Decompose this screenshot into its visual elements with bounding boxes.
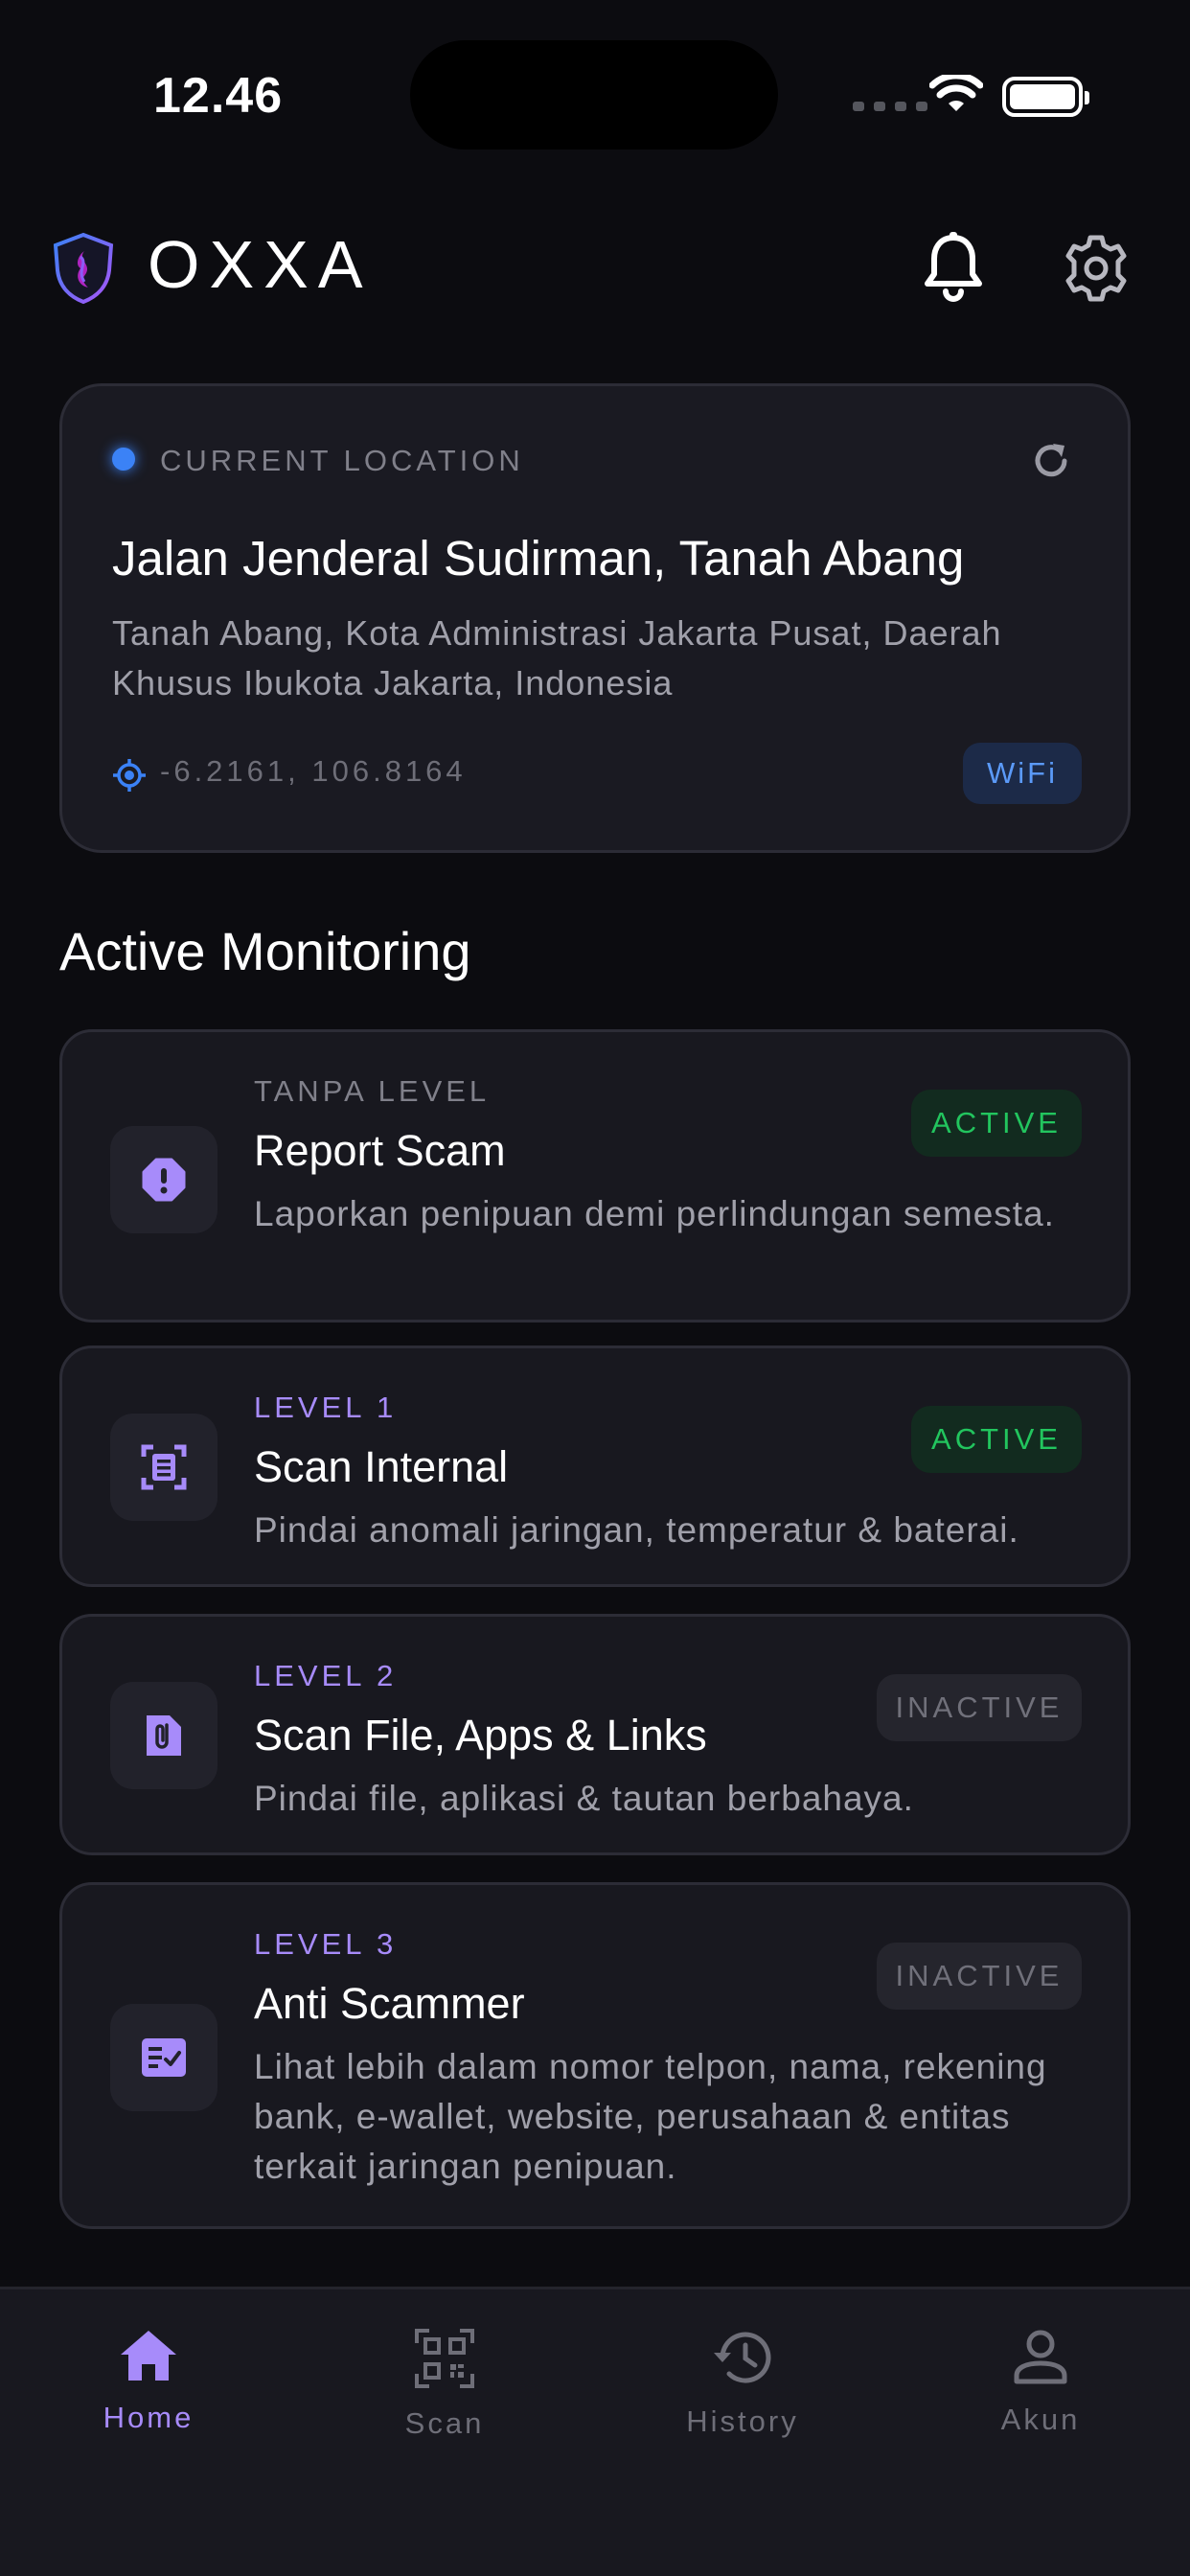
- scan-document-icon: [141, 1444, 187, 1490]
- battery-icon: [1002, 77, 1089, 117]
- monitor-icon-box: [110, 1126, 217, 1233]
- monitor-card-scan-file[interactable]: LEVEL 2 Scan File, Apps & Links Pindai f…: [59, 1614, 1131, 1855]
- nav-item-home[interactable]: Home: [53, 2328, 244, 2435]
- monitor-description: Laporkan penipuan demi perlindungan seme…: [254, 1194, 1055, 1233]
- bottom-navigation: Home Scan History Akun: [0, 2287, 1190, 2576]
- monitor-icon-box: [110, 1414, 217, 1521]
- history-icon: [714, 2332, 771, 2383]
- monitor-level: LEVEL 3: [254, 1927, 398, 1961]
- alert-octagon-icon: [142, 1158, 186, 1202]
- nav-item-history[interactable]: History: [647, 2328, 838, 2439]
- monitor-name: Scan Internal: [254, 1442, 509, 1491]
- home-icon: [121, 2331, 176, 2380]
- nav-label: Akun: [1000, 2403, 1081, 2436]
- wifi-icon: [929, 75, 983, 111]
- refresh-icon[interactable]: [1030, 440, 1072, 482]
- monitor-card-scan-internal[interactable]: LEVEL 1 Scan Internal Pindai anomali jar…: [59, 1346, 1131, 1587]
- crosshair-icon: [113, 759, 146, 792]
- cellular-signal-icon: [853, 102, 927, 111]
- settings-gear-icon[interactable]: [1060, 232, 1133, 305]
- monitor-level: TANPA LEVEL: [254, 1074, 491, 1108]
- location-address: Tanah Abang, Kota Administrasi Jakarta P…: [112, 613, 1002, 702]
- brand-name: OXXA: [148, 227, 373, 302]
- dynamic-island: [410, 40, 778, 150]
- user-icon: [1014, 2330, 1067, 2384]
- location-coordinates: -6.2161, 106.8164: [160, 754, 467, 788]
- monitor-name: Anti Scammer: [254, 1979, 525, 2028]
- status-badge: INACTIVE: [877, 1943, 1082, 2010]
- location-title: Jalan Jenderal Sudirman, Tanah Abang: [112, 531, 965, 586]
- qr-scan-icon: [415, 2329, 474, 2388]
- oxxa-logo-icon: [53, 232, 114, 305]
- location-status-dot: [112, 448, 135, 471]
- nav-label: Home: [103, 2401, 195, 2434]
- monitor-name: Report Scam: [254, 1126, 506, 1175]
- nav-label: History: [686, 2404, 799, 2438]
- status-badge: ACTIVE: [911, 1090, 1082, 1157]
- monitor-name: Scan File, Apps & Links: [254, 1711, 707, 1760]
- section-title: Active Monitoring: [59, 921, 471, 981]
- monitor-card-anti-scammer[interactable]: LEVEL 3 Anti Scammer Lihat lebih dalam n…: [59, 1882, 1131, 2229]
- monitor-level: LEVEL 2: [254, 1659, 398, 1692]
- bell-icon[interactable]: [920, 232, 987, 305]
- location-label: CURRENT LOCATION: [160, 444, 524, 477]
- monitor-icon-box: [110, 1682, 217, 1789]
- monitor-card-report-scam[interactable]: TANPA LEVEL Report Scam Laporkan penipua…: [59, 1029, 1131, 1322]
- home-screen: 12.46 OXXA CURRENT LOCATION Jalan Jender…: [0, 0, 1190, 2576]
- network-type-badge: WiFi: [963, 743, 1082, 804]
- file-attachment-icon: [147, 1715, 181, 1756]
- monitor-icon-box: [110, 2004, 217, 2111]
- status-badge: INACTIVE: [877, 1674, 1082, 1741]
- monitor-level: LEVEL 1: [254, 1391, 398, 1424]
- monitor-description: Lihat lebih dalam nomor telpon, nama, re…: [254, 2047, 1047, 2186]
- status-badge: ACTIVE: [911, 1406, 1082, 1473]
- checklist-icon: [142, 2038, 186, 2077]
- status-time: 12.46: [153, 68, 284, 124]
- monitor-description: Pindai anomali jaringan, temperatur & ba…: [254, 1510, 1019, 1550]
- nav-item-akun[interactable]: Akun: [945, 2328, 1136, 2437]
- current-location-card: CURRENT LOCATION Jalan Jenderal Sudirman…: [59, 383, 1131, 853]
- monitor-description: Pindai file, aplikasi & tautan berbahaya…: [254, 1779, 914, 1818]
- nav-label: Scan: [404, 2406, 485, 2440]
- nav-item-scan[interactable]: Scan: [349, 2328, 540, 2441]
